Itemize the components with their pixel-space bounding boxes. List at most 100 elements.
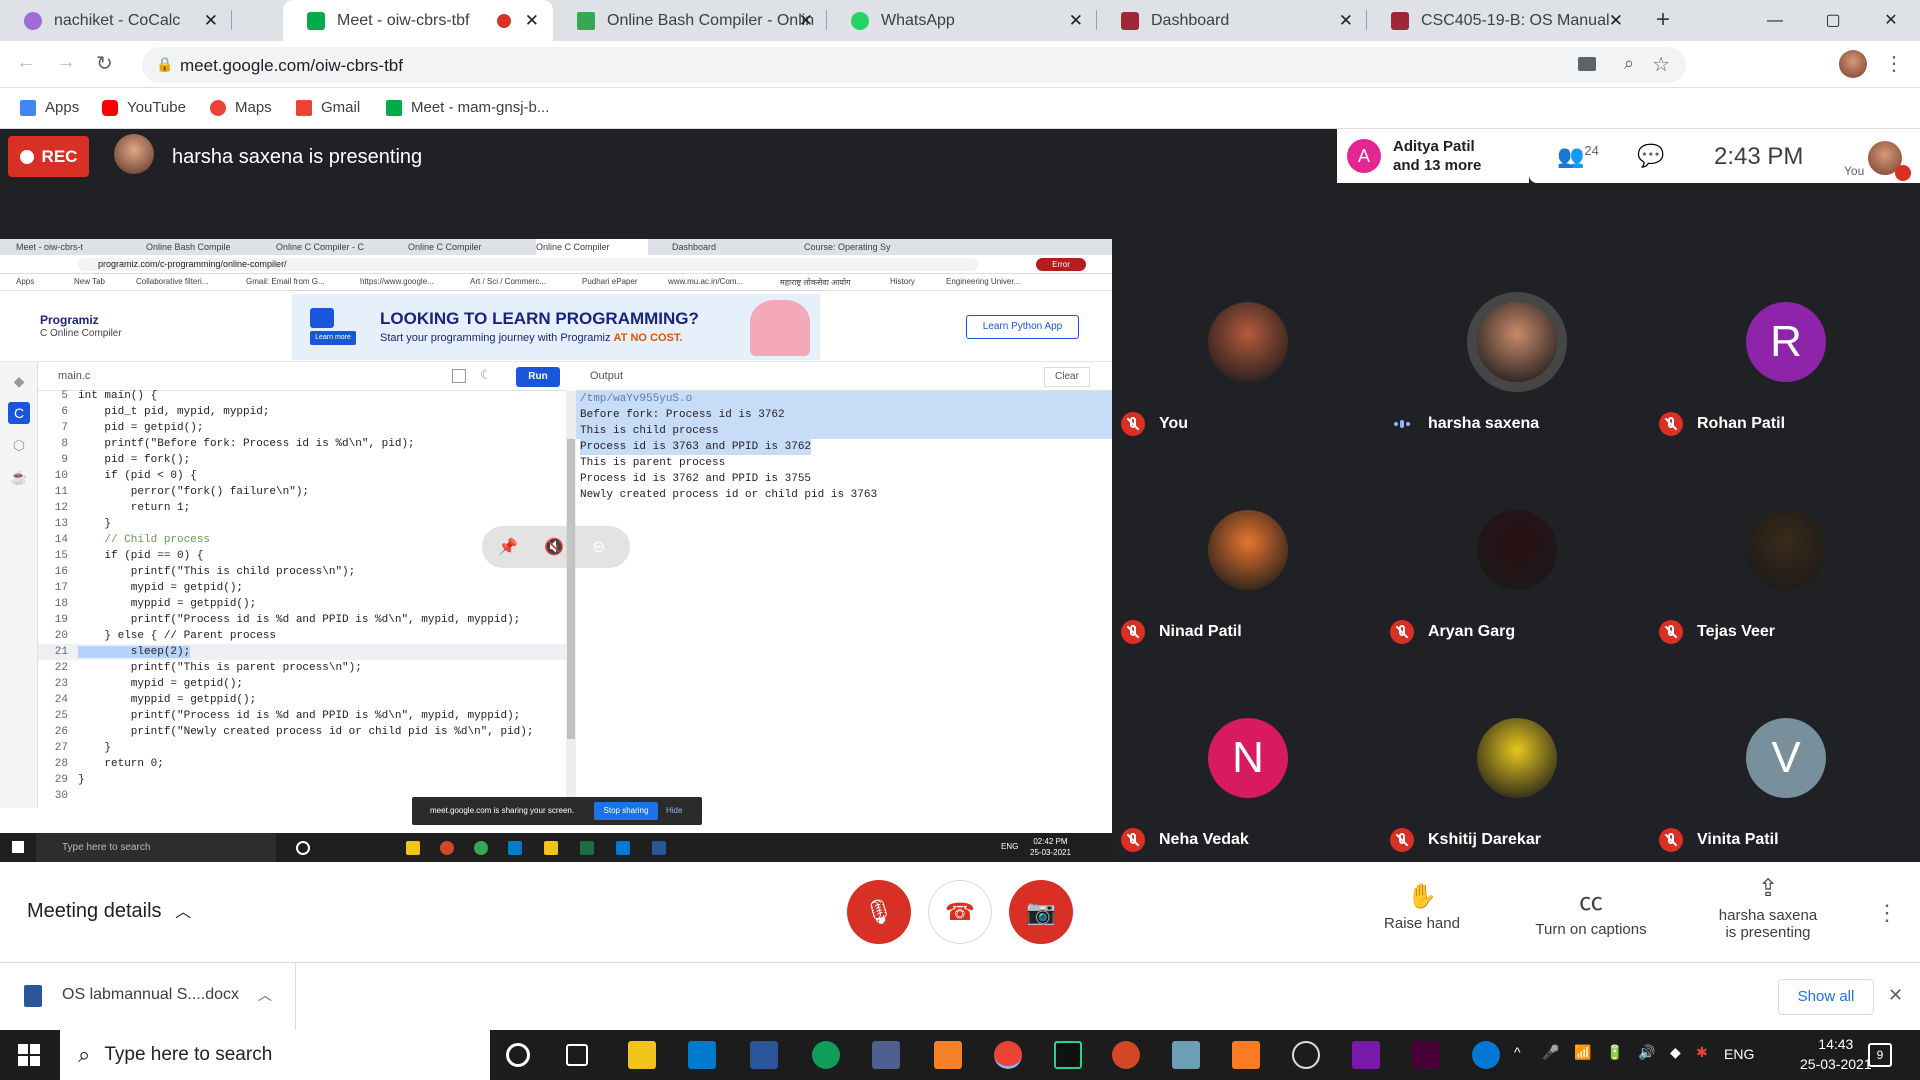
dropbox-icon[interactable]: ◆ bbox=[1670, 1044, 1681, 1061]
bookmark-apps[interactable]: Apps bbox=[20, 99, 79, 116]
xd-icon[interactable] bbox=[1412, 1041, 1440, 1069]
maximize-icon[interactable]: ▢ bbox=[1804, 0, 1862, 41]
close-icon[interactable]: ✕ bbox=[1069, 11, 1083, 31]
python-icon[interactable]: ◆ bbox=[8, 370, 30, 392]
remove-icon[interactable]: ⊖ bbox=[592, 537, 605, 557]
volume-icon[interactable]: 🔊 bbox=[1638, 1044, 1655, 1061]
back-icon[interactable]: ← bbox=[16, 51, 36, 74]
more-options-icon[interactable]: ⋮ bbox=[1876, 900, 1898, 926]
java-icon[interactable]: ☕ bbox=[8, 466, 30, 488]
vscode-icon[interactable] bbox=[688, 1041, 716, 1069]
show-all-button[interactable]: Show all bbox=[1778, 979, 1874, 1015]
skype-icon[interactable] bbox=[616, 841, 630, 855]
browser-tab[interactable]: Dashboard ✕ bbox=[1097, 0, 1367, 41]
mic-toggle-button[interactable]: 🎙 bbox=[847, 880, 911, 944]
close-icon[interactable]: ✕ bbox=[1609, 11, 1623, 31]
camera-toggle-button[interactable]: 📷 bbox=[1009, 880, 1073, 944]
close-icon[interactable]: ✕ bbox=[799, 11, 813, 31]
bookmark-youtube[interactable]: YouTube bbox=[102, 99, 186, 116]
cpp-icon[interactable]: ⬡ bbox=[8, 434, 30, 456]
file-explorer-icon[interactable] bbox=[628, 1041, 656, 1069]
shared-taskbar-search[interactable]: Type here to search bbox=[36, 833, 276, 862]
close-icon[interactable]: ✕ bbox=[1888, 985, 1903, 1006]
presenting-button[interactable]: ⇪ harsha saxena is presenting bbox=[1706, 874, 1830, 941]
code-editor[interactable]: 5 int main() { 6 pid_t pid, mypid, myppid… bbox=[38, 390, 566, 808]
store-icon[interactable] bbox=[872, 1041, 900, 1069]
help-icon[interactable] bbox=[1472, 1041, 1500, 1069]
taskbar-search[interactable]: ⌕ Type here to search bbox=[60, 1030, 490, 1080]
people-button[interactable]: 👥24 bbox=[1557, 143, 1599, 169]
leave-call-button[interactable]: ☎ bbox=[928, 880, 992, 944]
sublime-icon[interactable] bbox=[934, 1041, 962, 1069]
battery-icon[interactable]: 🔋 bbox=[1606, 1044, 1623, 1061]
browser-tab[interactable]: WhatsApp ✕ bbox=[827, 0, 1097, 41]
camera-icon[interactable] bbox=[1578, 57, 1596, 71]
excel-icon[interactable] bbox=[580, 841, 594, 855]
fullscreen-icon[interactable] bbox=[452, 369, 466, 383]
editor-scrollbar[interactable] bbox=[566, 391, 576, 808]
edge-icon[interactable] bbox=[812, 1041, 840, 1069]
theme-icon[interactable]: ☾ bbox=[480, 367, 492, 383]
onenote-icon[interactable] bbox=[1352, 1041, 1380, 1069]
download-item[interactable]: OS labmannual S....docx ︿ bbox=[0, 963, 296, 1031]
browser-tab[interactable]: Online Bash Compiler - Onlin ✕ bbox=[553, 0, 827, 41]
folder-icon[interactable] bbox=[406, 841, 420, 855]
c-lang-icon[interactable]: C bbox=[8, 402, 30, 424]
close-window-icon[interactable]: ✕ bbox=[1862, 0, 1920, 41]
language-indicator[interactable]: ENG bbox=[1724, 1046, 1754, 1062]
app-icon[interactable]: ✱ bbox=[1696, 1044, 1708, 1061]
new-tab-icon[interactable]: + bbox=[1656, 6, 1670, 34]
browser-tab[interactable]: nachiket - CoCalc ✕ bbox=[0, 0, 232, 41]
zoom-icon[interactable]: ⌕ bbox=[1624, 53, 1634, 74]
hide-button[interactable]: Hide bbox=[666, 806, 682, 815]
task-view-icon[interactable] bbox=[566, 1044, 588, 1066]
star-icon[interactable]: ☆ bbox=[1652, 52, 1670, 77]
powerpoint-icon[interactable] bbox=[1112, 1041, 1140, 1069]
run-button[interactable]: Run bbox=[516, 367, 560, 387]
chrome-icon[interactable] bbox=[474, 841, 488, 855]
wifi-icon[interactable]: 📶 bbox=[1574, 1044, 1591, 1061]
word-icon[interactable] bbox=[652, 841, 666, 855]
close-icon[interactable]: ✕ bbox=[525, 11, 539, 31]
reload-icon[interactable]: ↻ bbox=[96, 51, 113, 76]
bookmark-maps[interactable]: Maps bbox=[210, 99, 272, 116]
notification-center-icon[interactable]: 9 bbox=[1868, 1043, 1892, 1067]
xampp-icon[interactable] bbox=[1232, 1041, 1260, 1069]
clear-button[interactable]: Clear bbox=[1044, 367, 1090, 387]
menu-icon[interactable]: ⋮ bbox=[1884, 51, 1904, 76]
meeting-details-button[interactable]: Meeting details ︿ bbox=[27, 898, 191, 923]
banner-learn-more[interactable]: Learn more bbox=[310, 331, 356, 345]
chevron-up-icon[interactable]: ^ bbox=[1514, 1044, 1521, 1060]
notes-icon[interactable] bbox=[1172, 1041, 1200, 1069]
mic-icon[interactable]: 🎤 bbox=[1542, 1044, 1559, 1061]
network-tool-icon[interactable] bbox=[1292, 1041, 1320, 1069]
close-icon[interactable]: ✕ bbox=[204, 11, 218, 31]
taskbar-clock[interactable]: 14:43 25-03-2021 bbox=[1800, 1034, 1872, 1074]
powerpoint-icon[interactable] bbox=[440, 841, 454, 855]
captions-button[interactable]: ㏄ Turn on captions bbox=[1526, 882, 1656, 938]
pin-icon[interactable]: 📌 bbox=[498, 537, 518, 557]
cortana-icon[interactable] bbox=[296, 841, 310, 855]
mute-icon[interactable]: 🔇 bbox=[544, 537, 564, 557]
learn-python-app-button[interactable]: Learn Python App bbox=[966, 315, 1079, 339]
bookmark-meet[interactable]: Meet - mam-gnsj-b... bbox=[386, 99, 549, 116]
browser-tab-active[interactable]: Meet - oiw-cbrs-tbf ✕ bbox=[283, 0, 553, 41]
chrome-icon[interactable] bbox=[994, 1041, 1022, 1069]
minimize-icon[interactable]: — bbox=[1746, 0, 1804, 41]
windows-icon[interactable] bbox=[12, 841, 24, 853]
word-icon[interactable] bbox=[750, 1041, 778, 1069]
close-icon[interactable]: ✕ bbox=[1339, 11, 1353, 31]
raise-hand-button[interactable]: ✋ Raise hand bbox=[1372, 882, 1472, 932]
stop-sharing-button[interactable]: Stop sharing bbox=[594, 802, 658, 820]
chat-button[interactable]: 💬 bbox=[1637, 143, 1664, 169]
forward-icon[interactable]: → bbox=[56, 51, 76, 74]
ad-banner[interactable]: Learn more LOOKING TO LEARN PROGRAMMING?… bbox=[292, 294, 820, 360]
windows-start-icon[interactable] bbox=[18, 1044, 40, 1066]
vscode-icon[interactable] bbox=[508, 841, 522, 855]
profile-avatar[interactable] bbox=[1839, 50, 1867, 78]
bookmark-gmail[interactable]: Gmail bbox=[296, 99, 360, 116]
omnibox[interactable]: 🔒 meet.google.com/oiw-cbrs-tbf ⌕ ☆ bbox=[142, 47, 1686, 83]
cortana-icon[interactable] bbox=[506, 1043, 530, 1067]
sticky-icon[interactable] bbox=[544, 841, 558, 855]
pycharm-icon[interactable] bbox=[1054, 1041, 1082, 1069]
